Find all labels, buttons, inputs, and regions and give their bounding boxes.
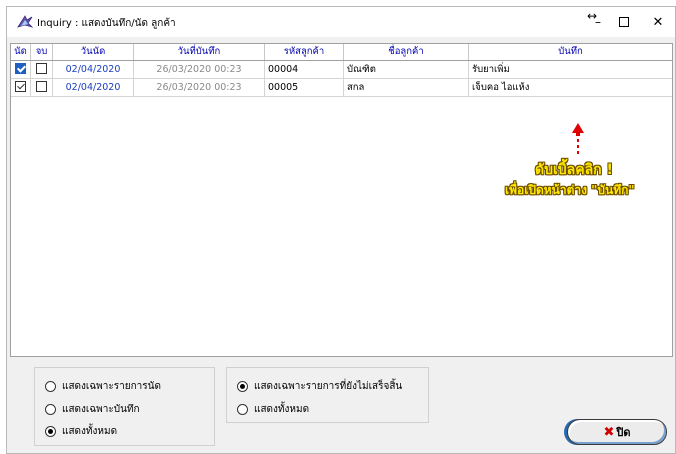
appt-date-cell[interactable]: 02/04/2020 [53,61,134,79]
radio-indicator[interactable] [237,404,248,415]
record-type-filter-group: แสดงเฉพาะรายการนัด แสดงเฉพาะบันทึก แสดงท… [34,367,215,446]
radio-indicator[interactable] [45,381,56,392]
customer-name-cell[interactable]: บัณฑิต [344,61,469,79]
maximize-icon [619,17,629,27]
hint-text-double-click: ดับเบิ้ลคลิก ! [535,162,613,178]
close-icon: ✕ [652,14,664,30]
close-x-icon: ✖ [603,424,615,440]
red-arrow-up-icon [572,123,584,154]
radio-indicator[interactable] [45,426,56,437]
appt-date-cell[interactable]: 02/04/2020 [53,79,134,97]
col-header-appt-date[interactable]: วันนัด [53,44,134,60]
appt-checkbox[interactable] [15,63,26,74]
close-button-label: ปิด [616,426,631,439]
radio-label: แสดงเฉพาะบันทึก [62,404,140,415]
done-checkbox[interactable] [36,63,47,74]
radio-indicator[interactable] [45,404,56,415]
close-button[interactable]: ✖ ปิด [567,419,667,445]
col-header-note[interactable]: บันทึก [469,44,672,60]
appt-checkbox-cell[interactable] [11,61,31,79]
status-filter-group: แสดงเฉพาะรายการที่ยังไม่เสร็จสิ้น แสดงทั… [226,367,429,423]
appt-checkbox[interactable] [15,81,26,92]
radio-label: แสดงทั้งหมด [254,404,310,415]
done-checkbox-cell[interactable] [31,61,53,79]
table-row[interactable]: 02/04/2020 26/03/2020 00:23 00005 สกล เจ… [11,79,672,97]
customer-name-cell[interactable]: สกล [344,79,469,97]
col-header-record-date[interactable]: วันที่บันทึก [134,44,265,60]
col-header-customer-code[interactable]: รหัสลูกค้า [265,44,344,60]
done-checkbox[interactable] [36,81,47,92]
title-bar[interactable]: Inquiry : แสดงบันทึก/นัด ลูกค้า ↔ – ✕ [7,7,675,37]
radio-show-all-status[interactable]: แสดงทั้งหมด [237,402,309,417]
radio-show-appointments[interactable]: แสดงเฉพาะรายการนัด [45,379,161,394]
table-row[interactable]: 02/04/2020 26/03/2020 00:23 00004 บัณฑิต… [11,61,672,79]
record-date-cell[interactable]: 26/03/2020 00:23 [134,79,265,97]
radio-label: แสดงเฉพาะรายการนัด [62,381,161,392]
close-window-button[interactable]: ✕ [635,7,676,37]
col-header-customer-name[interactable]: ชื่อลูกค้า [344,44,469,60]
customer-code-cell[interactable]: 00005 [265,79,344,97]
col-header-appt[interactable]: นัด [11,44,31,60]
col-header-done[interactable]: จบ [31,44,53,60]
radio-show-unfinished[interactable]: แสดงเฉพาะรายการที่ยังไม่เสร็จสิ้น [237,379,402,394]
record-date-cell[interactable]: 26/03/2020 00:23 [134,61,265,79]
radio-label: แสดงเฉพาะรายการที่ยังไม่เสร็จสิ้น [254,381,403,392]
window-title: Inquiry : แสดงบันทึก/นัด ลูกค้า [37,18,176,29]
radio-indicator[interactable] [237,381,248,392]
grid-header: นัด จบ วันนัด วันที่บันทึก รหัสลูกค้า ชื… [11,44,672,61]
note-cell[interactable]: รับยาเพิ่ม [469,61,672,79]
appt-checkbox-cell[interactable] [11,79,31,97]
done-checkbox-cell[interactable] [31,79,53,97]
inquiry-window: Inquiry : แสดงบันทึก/นัด ลูกค้า ↔ – ✕ นั… [6,6,676,454]
radio-label: แสดงทั้งหมด [62,426,118,437]
hint-text-open-note: เพื่อเปิดหน้าต่าง "บันทึก" [505,183,635,197]
note-cell[interactable]: เจ็บคอ ไอแห้ง [469,79,672,97]
records-grid[interactable]: นัด จบ วันนัด วันที่บันทึก รหัสลูกค้า ชื… [10,43,673,357]
radio-show-all-types[interactable]: แสดงทั้งหมด [45,424,117,439]
app-logo-icon [17,15,34,28]
customer-code-cell[interactable]: 00004 [265,61,344,79]
radio-show-notes[interactable]: แสดงเฉพาะบันทึก [45,402,140,417]
